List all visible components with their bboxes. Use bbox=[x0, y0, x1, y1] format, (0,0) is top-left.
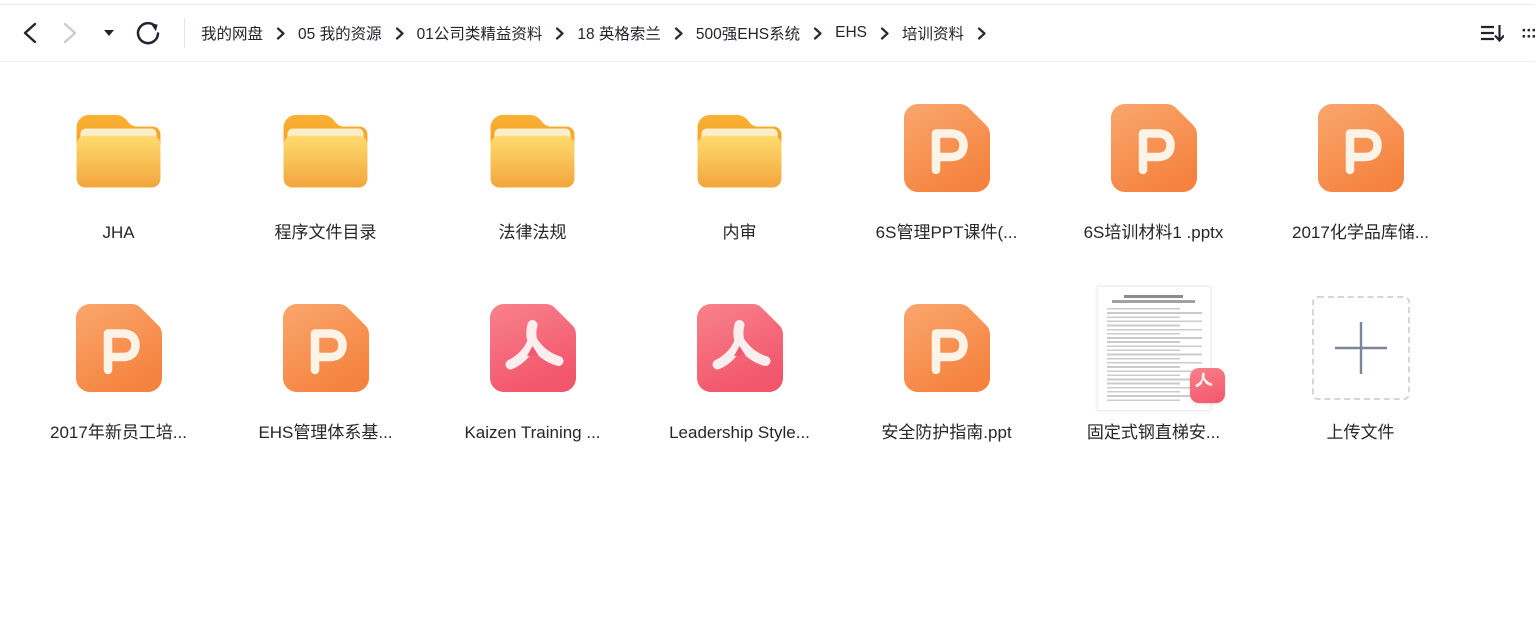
forward-icon[interactable] bbox=[60, 21, 80, 45]
breadcrumb-item[interactable]: 我的网盘 bbox=[201, 22, 263, 44]
refresh-icon[interactable] bbox=[134, 20, 160, 46]
ppt-file-icon bbox=[283, 304, 369, 392]
grid-view-icon[interactable] bbox=[1522, 23, 1535, 44]
chevron-right-icon bbox=[555, 27, 564, 40]
breadcrumb-item[interactable]: EHS bbox=[835, 24, 867, 42]
toolbar: 我的网盘 05 我的资源 01公司类精益资料 18 英格索兰 500强EHS系统… bbox=[0, 4, 1535, 62]
ppt-file-icon bbox=[76, 304, 162, 392]
upload-file-tile[interactable]: 上传文件 bbox=[1257, 304, 1464, 444]
pdf-file-item[interactable]: Kaizen Training ... bbox=[429, 304, 636, 444]
ppt-file-item[interactable]: 2017年新员工培... bbox=[15, 304, 222, 444]
pdf-file-icon bbox=[697, 304, 783, 392]
file-name: JHA bbox=[102, 222, 134, 244]
pdf-file-item-with-preview[interactable]: 固定式钢直梯安... bbox=[1050, 304, 1257, 444]
file-name: 2017年新员工培... bbox=[50, 422, 187, 444]
plus-icon bbox=[1333, 320, 1389, 376]
file-name: 6S培训材料1 .pptx bbox=[1084, 222, 1224, 244]
caret-down-icon[interactable] bbox=[104, 30, 114, 36]
sort-icon[interactable] bbox=[1480, 23, 1504, 44]
toolbar-divider bbox=[184, 18, 185, 48]
chevron-right-icon bbox=[813, 27, 822, 40]
ppt-file-item[interactable]: 2017化学品库储... bbox=[1257, 104, 1464, 244]
ppt-file-item[interactable]: 6S培训材料1 .pptx bbox=[1050, 104, 1257, 244]
folder-item[interactable]: JHA bbox=[15, 104, 222, 244]
pdf-badge-icon bbox=[1190, 368, 1225, 403]
ppt-file-item[interactable]: 6S管理PPT课件(... bbox=[843, 104, 1050, 244]
breadcrumb-item[interactable]: 05 我的资源 bbox=[298, 22, 382, 44]
ppt-file-item[interactable]: 安全防护指南.ppt bbox=[843, 304, 1050, 444]
folder-item[interactable]: 程序文件目录 bbox=[222, 104, 429, 244]
upload-label: 上传文件 bbox=[1327, 422, 1395, 444]
chevron-right-icon bbox=[880, 27, 889, 40]
file-name: 法律法规 bbox=[499, 222, 567, 244]
file-name: EHS管理体系基... bbox=[258, 422, 392, 444]
file-name: 程序文件目录 bbox=[275, 222, 377, 244]
folder-item[interactable]: 内审 bbox=[636, 104, 843, 244]
file-name: 固定式钢直梯安... bbox=[1087, 422, 1220, 444]
chevron-right-icon bbox=[674, 27, 683, 40]
folder-icon bbox=[278, 108, 373, 188]
file-grid: JHA 程序文件目录 法律法规 内审 6S管理PPT课件(... 6S培训材料1… bbox=[0, 62, 1535, 444]
breadcrumb-item[interactable]: 01公司类精益资料 bbox=[417, 22, 543, 44]
breadcrumb-item[interactable]: 18 英格索兰 bbox=[577, 22, 661, 44]
file-name: Leadership Style... bbox=[669, 422, 810, 444]
folder-icon bbox=[71, 108, 166, 188]
folder-icon bbox=[692, 108, 787, 188]
file-name: 安全防护指南.ppt bbox=[881, 422, 1011, 444]
folder-item[interactable]: 法律法规 bbox=[429, 104, 636, 244]
chevron-right-icon bbox=[977, 27, 986, 40]
pdf-file-item[interactable]: Leadership Style... bbox=[636, 304, 843, 444]
file-name: 2017化学品库储... bbox=[1292, 222, 1429, 244]
ppt-file-icon bbox=[904, 304, 990, 392]
breadcrumb: 我的网盘 05 我的资源 01公司类精益资料 18 英格索兰 500强EHS系统… bbox=[201, 22, 999, 44]
ppt-file-icon bbox=[1111, 104, 1197, 192]
breadcrumb-item[interactable]: 培训资料 bbox=[902, 22, 964, 44]
file-name: 6S管理PPT课件(... bbox=[876, 222, 1018, 244]
pdf-file-icon bbox=[490, 304, 576, 392]
ppt-file-icon bbox=[1318, 104, 1404, 192]
upload-dropzone[interactable] bbox=[1312, 296, 1410, 400]
ppt-file-item[interactable]: EHS管理体系基... bbox=[222, 304, 429, 444]
back-icon[interactable] bbox=[20, 21, 40, 45]
chevron-right-icon bbox=[276, 27, 285, 40]
breadcrumb-item[interactable]: 500强EHS系统 bbox=[696, 22, 800, 44]
chevron-right-icon bbox=[395, 27, 404, 40]
document-preview-thumbnail bbox=[1097, 286, 1211, 411]
ppt-file-icon bbox=[904, 104, 990, 192]
folder-icon bbox=[485, 108, 580, 188]
file-name: Kaizen Training ... bbox=[464, 422, 600, 444]
file-name: 内审 bbox=[723, 222, 757, 244]
